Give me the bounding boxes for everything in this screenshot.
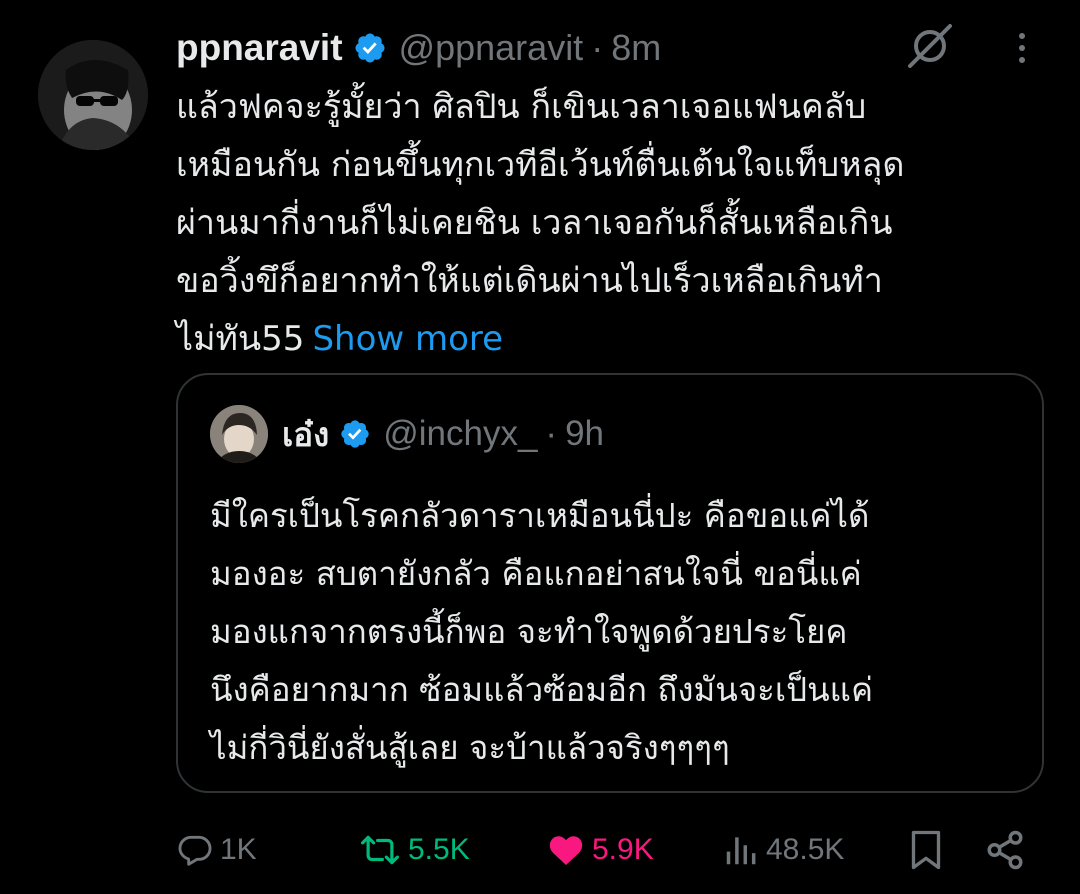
author-handle[interactable]: @ppnaravit (399, 27, 584, 69)
reply-icon (178, 835, 212, 866)
repost-count: 5.5K (408, 833, 470, 866)
quoted-text-line: มองแกจากตรงนี้ก็พอ จะทำใจพูดด้วยประโยค (210, 612, 848, 651)
views-icon (726, 837, 756, 865)
quoted-post-header: เอ๋ง @inchyx_ · 9h (282, 407, 604, 461)
verified-badge-icon[interactable] (353, 31, 387, 65)
post-text-tail: ไม่ทัน55 (176, 319, 305, 359)
share-button[interactable] (984, 820, 1032, 880)
views-count: 48.5K (766, 833, 845, 866)
author-display-name[interactable]: ppnaravit (176, 27, 343, 69)
show-more-link[interactable]: Show more (312, 319, 503, 359)
more-vertical-icon[interactable] (1004, 30, 1040, 66)
bookmark-button[interactable] (906, 820, 952, 880)
quoted-text-line: มีใครเป็นโรคกลัวดาราเหมือนนี่ปะ คือขอแค่… (210, 496, 870, 535)
post-body: แล้วฟคจะรู้มั้ยว่า ศิลปิน ก็เขินเวลาเจอแ… (176, 78, 1036, 368)
share-icon (987, 830, 1023, 870)
like-button[interactable]: 5.9K (546, 820, 654, 880)
post-text-line-last: ไม่ทัน55 Show more (176, 310, 1036, 368)
quoted-text-line: นึงคือยากมาก ซ้อมแล้วซ้อมอีก ถึงมันจะเป็… (210, 670, 874, 709)
post-timestamp[interactable]: 8m (611, 27, 661, 69)
reply-button[interactable]: 1K (176, 820, 257, 880)
quoted-author-display-name[interactable]: เอ๋ง (282, 408, 329, 461)
verified-badge-icon[interactable] (339, 418, 371, 450)
separator-dot: · (545, 414, 558, 453)
repost-icon (361, 835, 399, 865)
post-text-line: เหมือนกัน ก่อนขึ้นทุกเวทีอีเว้นท์ตื่นเต้… (176, 145, 905, 185)
post-text-line: แล้วฟคจะรู้มั้ยว่า ศิลปิน ก็เขินเวลาเจอแ… (176, 87, 867, 127)
quoted-text-line: ไม่กี่วินี่ยังสั่นสู้เลย จะบ้าแล้วจริงๆๆ… (210, 728, 730, 767)
heart-icon (549, 836, 583, 866)
quoted-post-timestamp[interactable]: 9h (565, 414, 604, 454)
separator-dot: · (591, 27, 604, 68)
quoted-post[interactable]: เอ๋ง @inchyx_ · 9h มีใครเป็นโรคกลัวดาราเ… (176, 373, 1044, 793)
quoted-text-line: มองอะ สบตายังกลัว คือแกอย่าสนใจนี่ ขอนี่… (210, 554, 862, 593)
post-text-line: ขอวิ้งขึก็อยากทำให้แต่เดินผ่านไปเร็วเหลื… (176, 261, 883, 301)
bookmark-icon (911, 830, 941, 870)
author-avatar[interactable] (38, 40, 148, 150)
grok-icon[interactable] (906, 22, 954, 70)
action-bar: 1K 5.5K 5.9K 48.5K (0, 820, 1080, 880)
quoted-post-body: มีใครเป็นโรคกลัวดาราเหมือนนี่ปะ คือขอแค่… (210, 487, 1030, 777)
post-header: ppnaravit @ppnaravit · 8m (176, 22, 661, 74)
quoted-author-avatar[interactable] (210, 405, 268, 463)
repost-button[interactable]: 5.5K (358, 820, 470, 880)
post-text-line: ผ่านมากี่งานก็ไม่เคยชิน เวลาเจอกันก็สั้น… (176, 203, 893, 243)
tweet[interactable]: ppnaravit @ppnaravit · 8m แล้วฟคจะรู้มั้… (0, 0, 1080, 894)
views-button[interactable]: 48.5K (722, 820, 844, 880)
quoted-author-handle[interactable]: @inchyx_ (383, 414, 537, 454)
like-count: 5.9K (592, 833, 654, 866)
reply-count: 1K (220, 833, 257, 866)
